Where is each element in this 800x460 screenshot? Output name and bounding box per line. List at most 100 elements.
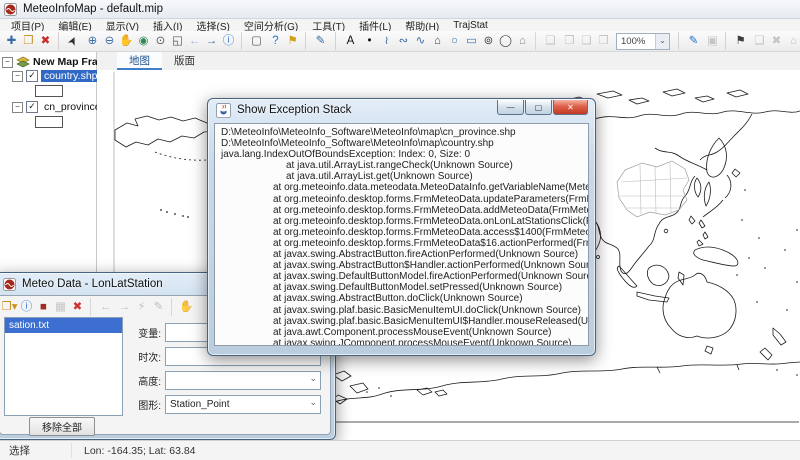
stack-trace-line: at java.util.ArrayList.rangeCheck(Unknow… [215,160,588,171]
edit-layer-button[interactable]: ✎ [305,32,331,50]
zoom-to-layer-button[interactable]: ⊙ [152,32,169,50]
toolbar-button-icon: ✖ [772,33,782,50]
chevron-down-icon[interactable]: ⌄ [309,373,317,384]
combo-box[interactable]: ⌄ [165,371,321,390]
new-curve-polygon-button[interactable]: ⌂ [514,32,531,50]
new-polyline-button[interactable]: ≀ [378,32,395,50]
chevron-down-icon[interactable]: ⌄ [309,397,317,408]
map-frame-node[interactable]: − New Map Frame [2,55,96,69]
menu-item[interactable]: TrajStat [446,20,495,31]
meteoinfo-icon [3,278,16,291]
toolbar-button-icon: ⌂ [519,33,526,50]
open-data-button[interactable]: ❐▾ [1,298,18,316]
remove-all-button[interactable]: 移除全部 [29,417,95,436]
remove-button[interactable]: ✖ [37,32,54,50]
stack-trace-panel[interactable]: D:\MeteoInfo\MeteoInfo_Software\MeteoInf… [214,123,589,346]
zoom-to-extent-button[interactable]: ◱ [169,32,186,50]
new-rectangle-button[interactable]: ▭ [463,32,480,50]
data-file-item[interactable]: sation.txt [5,318,122,333]
toolbar-button-icon: ▦ [55,299,66,316]
exception-dialog: Show Exception Stack —▢✕ D:\MeteoInfo\Me… [207,98,596,356]
stack-trace-line: at org.meteoinfo.desktop.forms.FrmMeteoD… [215,227,588,238]
new-ellipse-button[interactable]: ○ [446,32,463,50]
meteo-data-button[interactable]: ■ [35,298,52,316]
view-tabs: 地图版面 [97,52,800,71]
minimize-button[interactable]: — [497,100,524,115]
close-button[interactable]: ✕ [553,100,588,115]
stack-trace-line: at javax.swing.plaf.basic.BasicMenuItemU… [215,305,588,316]
title-bar: MeteoInfoMap - default.mip [0,0,800,19]
remove-data-button[interactable]: ✖ [69,298,86,316]
stack-trace-line: at java.util.ArrayList.get(Unknown Sourc… [215,171,588,182]
meteo-dialog-title: Meteo Data - LonLatStation [22,278,163,290]
new-label-button[interactable]: A [335,32,361,50]
layer-row[interactable]: − ✓ cn_province.shp [2,100,96,114]
layer-checkbox[interactable]: ✓ [26,70,38,82]
select-feature-button[interactable]: ▢ [241,32,267,50]
open-project-button[interactable]: ❐ [20,32,37,50]
toolbar-button-icon: ✖ [41,33,51,50]
zoom-out-tool-button[interactable]: ⊖ [101,32,118,50]
pan-tool-button[interactable]: ✋ [118,32,135,50]
new-wide-ellipse-button[interactable]: ◯ [497,32,514,50]
toolbar-button-icon: ⌂ [790,33,797,50]
toolbar-button-icon: ➤ [64,33,83,49]
window-title: MeteoInfoMap - default.mip [23,3,163,15]
label-button[interactable]: ⚑ [284,32,301,50]
main-toolbar: ✚ ❐ ✖ ➤ ⊕ ⊖ ✋ ◉ ⊙ ◱ ← → [0,31,800,52]
combo-value: Station_Point [166,399,230,410]
toolbar-button-icon: ❐ [23,33,33,50]
chevron-down-icon[interactable]: ⌄ [655,34,669,49]
layer-row[interactable]: − ✓ country.shp [2,69,96,83]
collapse-toggle[interactable]: − [2,57,13,68]
combo-box[interactable]: Station_Point ⌄ [165,395,321,414]
layout-zoom-combo[interactable]: 100% ⌄ [616,33,670,50]
form-label: 变量: [127,325,161,340]
new-point-button[interactable]: • [361,32,378,50]
collapse-toggle[interactable]: − [12,102,23,113]
select-tool-button[interactable]: ➤ [58,32,84,50]
stack-trace-line: at org.meteoinfo.data.meteodata.MeteoDat… [215,182,588,193]
new-freehand-button[interactable]: ∾ [395,32,412,50]
layers-icon [16,56,30,68]
zoom-previous-button[interactable]: ← [186,32,203,50]
stack-trace-line: D:\MeteoInfo\MeteoInfo_Software\MeteoInf… [215,127,588,138]
layout-page-button: ❏ [535,32,561,50]
data-info-button[interactable]: ⓘ [18,298,35,316]
collapse-toggle[interactable]: − [12,71,23,82]
new-polygon-button[interactable]: ⌂ [429,32,446,50]
data-file-list[interactable]: sation.txt [4,317,123,416]
toolbar-button-icon: A [347,33,355,50]
help-button[interactable]: ? [267,32,284,50]
toolbar-button-icon: ▢ [251,33,262,50]
toolbar-button-icon: ≀ [384,33,388,50]
stack-trace-line: at javax.swing.AbstractButton.doClick(Un… [215,293,588,304]
layer-name[interactable]: country.shp [41,70,101,82]
data-table-button: ▦ [52,298,69,316]
stack-trace-line: at org.meteoinfo.desktop.forms.FrmMeteoD… [215,238,588,249]
toolbar-button-icon: ? [272,33,278,50]
zoom-in-tool-button[interactable]: ⊕ [84,32,101,50]
maximize-button[interactable]: ▢ [525,100,552,115]
identify-button[interactable]: ⓘ [220,32,237,50]
draw-button: ✎ [150,298,167,316]
map-edit-start-button[interactable]: ✎ [678,32,704,50]
toolbar-button-icon: → [206,33,218,50]
zoom-next-button[interactable]: → [203,32,220,50]
country.shp: − ✓ country.shp [2,69,96,97]
toolbar-button-icon: ❏ [545,33,555,50]
legend-swatch[interactable] [35,116,63,128]
new-circle-button[interactable]: ⊚ [480,32,497,50]
new-project-button[interactable]: ✚ [3,32,20,50]
tab-layout[interactable]: 版面 [162,52,207,70]
meteo-toolbar: ❐▾ ⓘ ■ ▦ ✖ ← → ⚡ ✎ ✋ [1,297,197,317]
toolbar-button-icon: ❏ [754,33,764,50]
toolbar-button-icon: ◯ [499,33,512,50]
full-extent-button[interactable]: ◉ [135,32,152,50]
tab-map[interactable]: 地图 [117,52,162,70]
legend-swatch[interactable] [35,85,63,97]
layout-full-page-button: ❒ [595,32,612,50]
layer-checkbox[interactable]: ✓ [26,101,38,113]
new-curve-button[interactable]: ∿ [412,32,429,50]
flag-button[interactable]: ⚑ [725,32,751,50]
